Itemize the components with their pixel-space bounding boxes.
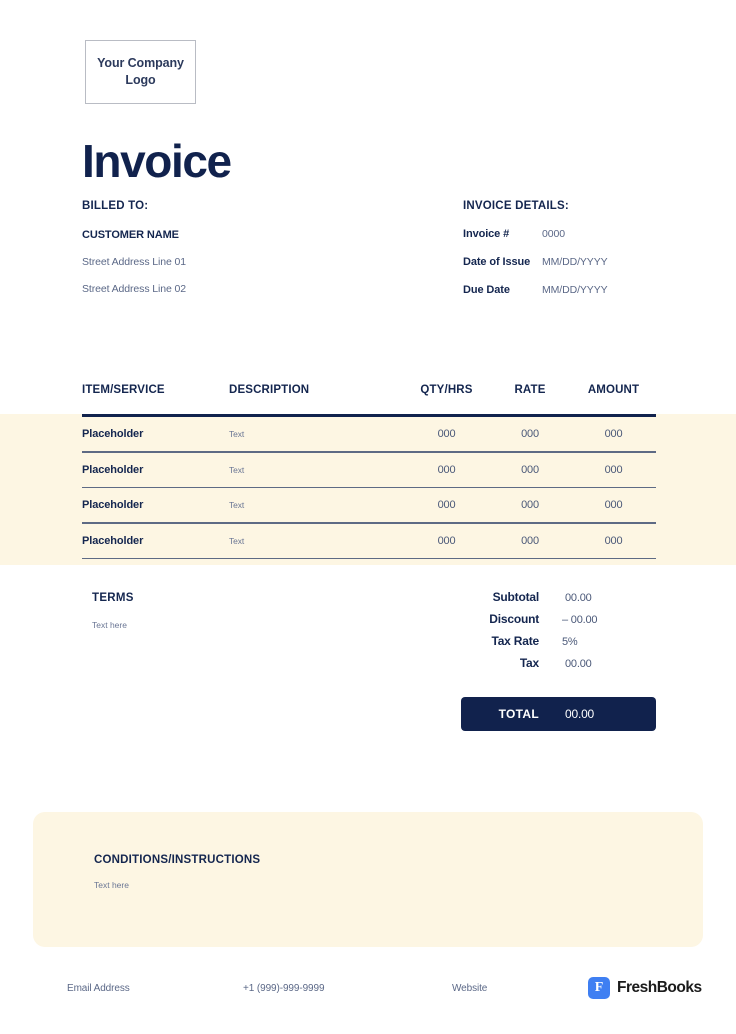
tax-rate-label: Tax Rate	[491, 634, 539, 648]
column-header-rate: RATE	[514, 384, 546, 396]
tax-rate-row: Tax Rate 5%	[461, 634, 656, 648]
date-of-issue-row: Date of Issue MM/DD/YYYY	[463, 256, 703, 268]
page-title: Invoice	[82, 135, 232, 187]
subtotal-value[interactable]: 00.00	[539, 592, 656, 604]
freshbooks-logo: F FreshBooks	[588, 977, 702, 999]
freshbooks-icon: F	[588, 977, 610, 999]
column-header-description: DESCRIPTION	[229, 384, 310, 396]
company-logo-placeholder[interactable]: Your Company Logo	[85, 40, 196, 104]
table-row[interactable]: Placeholder Text 000 000 000	[82, 453, 656, 487]
cell-description[interactable]: Text	[229, 465, 404, 475]
column-header-item: ITEM/SERVICE	[82, 384, 165, 396]
discount-value[interactable]: – 00.00	[539, 614, 656, 626]
line-items-table: ITEM/SERVICE DESCRIPTION QTY/HRS RATE AM…	[82, 384, 656, 560]
conditions-section: CONDITIONS/INSTRUCTIONS Text here	[33, 812, 703, 947]
conditions-title: CONDITIONS/INSTRUCTIONS	[94, 854, 261, 866]
tax-rate-value[interactable]: 5%	[539, 636, 656, 648]
column-header-qty: QTY/HRS	[420, 384, 473, 396]
terms-title: TERMS	[92, 592, 134, 604]
due-date-label: Due Date	[463, 284, 510, 296]
due-date-value[interactable]: MM/DD/YYYY	[542, 284, 608, 296]
subtotal-label: Subtotal	[492, 590, 540, 604]
invoice-page: Your Company Logo Invoice BILLED TO: CUS…	[0, 0, 736, 1034]
cell-rate[interactable]: 000	[489, 535, 571, 547]
freshbooks-wordmark: FreshBooks	[617, 979, 702, 996]
cell-item[interactable]: Placeholder	[82, 499, 229, 511]
cell-item[interactable]: Placeholder	[82, 535, 229, 547]
footer: Email Address +1 (999)-999-9999 Website …	[0, 977, 736, 1006]
cell-qty[interactable]: 000	[404, 535, 489, 547]
table-bottom-rule	[82, 557, 656, 560]
footer-email[interactable]: Email Address	[67, 983, 130, 994]
cell-qty[interactable]: 000	[404, 464, 489, 476]
cell-rate[interactable]: 000	[489, 464, 571, 476]
cell-description[interactable]: Text	[229, 536, 404, 546]
discount-label: Discount	[489, 612, 539, 626]
total-value[interactable]: 00.00	[539, 707, 656, 721]
cell-rate[interactable]: 000	[489, 428, 571, 440]
table-row[interactable]: Placeholder Text 000 000 000	[82, 524, 656, 558]
cell-rate[interactable]: 000	[489, 499, 571, 511]
total-label: TOTAL	[498, 707, 539, 721]
total-bar: TOTAL 00.00	[461, 697, 656, 731]
invoice-details-section: INVOICE DETAILS: Invoice # 0000 Date of …	[463, 200, 703, 296]
column-header-amount: AMOUNT	[587, 384, 640, 396]
cell-item[interactable]: Placeholder	[82, 428, 229, 440]
table-row[interactable]: Placeholder Text 000 000 000	[82, 417, 656, 451]
cell-amount[interactable]: 000	[571, 535, 656, 547]
invoice-number-row: Invoice # 0000	[463, 228, 703, 240]
cell-amount[interactable]: 000	[571, 464, 656, 476]
cell-description[interactable]: Text	[229, 500, 404, 510]
invoice-number-value[interactable]: 0000	[542, 228, 565, 240]
customer-name[interactable]: CUSTOMER NAME	[82, 229, 412, 241]
cell-amount[interactable]: 000	[571, 499, 656, 511]
tax-row: Tax 00.00	[461, 656, 656, 670]
terms-section: TERMS Text here	[92, 592, 352, 630]
address-line-1[interactable]: Street Address Line 01	[82, 256, 412, 268]
tax-label: Tax	[519, 656, 539, 670]
cell-item[interactable]: Placeholder	[82, 464, 229, 476]
tax-value[interactable]: 00.00	[539, 658, 656, 670]
discount-row: Discount – 00.00	[461, 612, 656, 626]
table-row[interactable]: Placeholder Text 000 000 000	[82, 488, 656, 522]
table-header-row: ITEM/SERVICE DESCRIPTION QTY/HRS RATE AM…	[82, 384, 656, 414]
cell-description[interactable]: Text	[229, 429, 404, 439]
subtotal-row: Subtotal 00.00	[461, 590, 656, 604]
footer-website[interactable]: Website	[452, 983, 487, 994]
company-logo-label: Your Company Logo	[97, 56, 184, 87]
address-line-2[interactable]: Street Address Line 02	[82, 283, 412, 295]
date-of-issue-value[interactable]: MM/DD/YYYY	[542, 256, 608, 268]
cell-qty[interactable]: 000	[404, 428, 489, 440]
due-date-row: Due Date MM/DD/YYYY	[463, 284, 703, 296]
invoice-number-label: Invoice #	[463, 228, 510, 240]
cell-qty[interactable]: 000	[404, 499, 489, 511]
billed-to-section: BILLED TO: CUSTOMER NAME Street Address …	[82, 200, 412, 295]
freshbooks-icon-letter: F	[594, 980, 604, 995]
terms-body[interactable]: Text here	[92, 620, 352, 630]
billed-to-label: BILLED TO:	[82, 200, 149, 212]
conditions-body[interactable]: Text here	[94, 880, 129, 890]
date-of-issue-label: Date of Issue	[463, 256, 531, 268]
invoice-details-label: INVOICE DETAILS:	[463, 200, 569, 212]
totals-section: Subtotal 00.00 Discount – 00.00 Tax Rate…	[461, 590, 656, 678]
footer-phone[interactable]: +1 (999)-999-9999	[243, 983, 325, 994]
cell-amount[interactable]: 000	[571, 428, 656, 440]
